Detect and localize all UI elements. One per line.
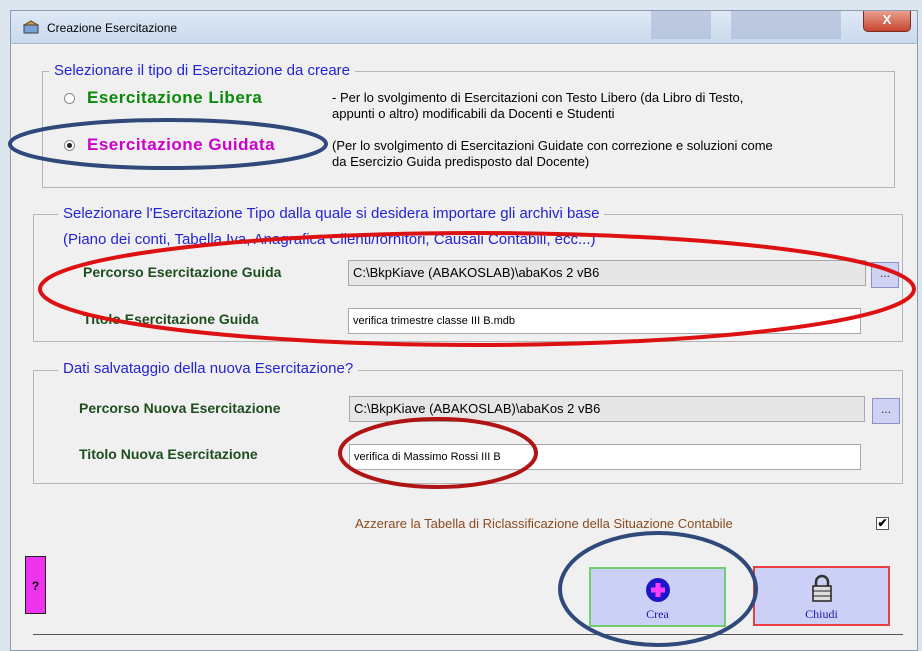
chiudi-label: Chiudi	[805, 607, 838, 621]
app-icon	[23, 20, 39, 34]
browse-guida-button[interactable]: ...	[871, 262, 899, 288]
option-libera-desc-1: - Per lo svolgimento di Esercitazioni co…	[332, 90, 744, 105]
option-libera-desc-2: appunti o altro) modificabili da Docenti…	[332, 106, 615, 121]
crea-label: Crea	[646, 607, 669, 621]
background-window-fragment	[731, 11, 841, 39]
help-button[interactable]: ?	[25, 556, 46, 614]
padlock-icon	[811, 574, 832, 602]
option-guidata-label[interactable]: Esercitazione Guidata	[87, 135, 275, 155]
bottom-divider	[33, 634, 903, 635]
import-group-legend-2: (Piano dei conti, Tabella Iva, Anagrafic…	[63, 231, 596, 248]
background-window-fragment	[651, 11, 711, 39]
azzera-label: Azzerare la Tabella di Riclassificazione…	[355, 516, 733, 531]
percorso-nuova-label: Percorso Nuova Esercitazione	[79, 400, 281, 416]
close-button[interactable]: X	[863, 11, 911, 32]
option-guidata-desc-1: (Per lo svolgimento di Esercitazioni Gui…	[332, 138, 773, 153]
percorso-guida-label: Percorso Esercitazione Guida	[83, 264, 282, 280]
tipo-group-legend: Selezionare il tipo di Esercitazione da …	[49, 62, 355, 79]
option-libera-label[interactable]: Esercitazione Libera	[87, 88, 262, 108]
chiudi-button[interactable]: Chiudi	[753, 566, 890, 626]
new-group-legend: Dati salvataggio della nuova Esercitazio…	[58, 360, 359, 377]
titolo-nuova-label: Titolo Nuova Esercitazione	[79, 446, 258, 462]
window-title: Creazione Esercitazione	[47, 21, 178, 35]
radio-libera[interactable]	[64, 93, 75, 104]
percorso-guida-field[interactable]: C:\BkpKiave (ABAKOSLAB)\abaKos 2 vB6	[348, 260, 866, 286]
option-guidata-desc-2: da Esercizio Guida predisposto dal Docen…	[332, 154, 590, 169]
import-group-legend: Selezionare l'Esercitazione Tipo dalla q…	[58, 205, 605, 222]
titolo-nuova-input[interactable]: verifica di Massimo Rossi III B	[349, 444, 861, 470]
percorso-nuova-field[interactable]: C:\BkpKiave (ABAKOSLAB)\abaKos 2 vB6	[349, 396, 865, 422]
plus-icon	[645, 578, 670, 602]
titolo-guida-select[interactable]: verifica trimestre classe III B.mdb	[348, 308, 861, 334]
title-bar: Creazione Esercitazione X	[11, 11, 917, 44]
azzera-checkbox[interactable]: ✔	[876, 517, 889, 530]
titolo-guida-label: Titolo Esercitazione Guida	[83, 311, 259, 327]
radio-guidata[interactable]	[64, 140, 75, 151]
browse-nuova-button[interactable]: ...	[872, 398, 900, 424]
crea-button[interactable]: Crea	[589, 567, 726, 627]
